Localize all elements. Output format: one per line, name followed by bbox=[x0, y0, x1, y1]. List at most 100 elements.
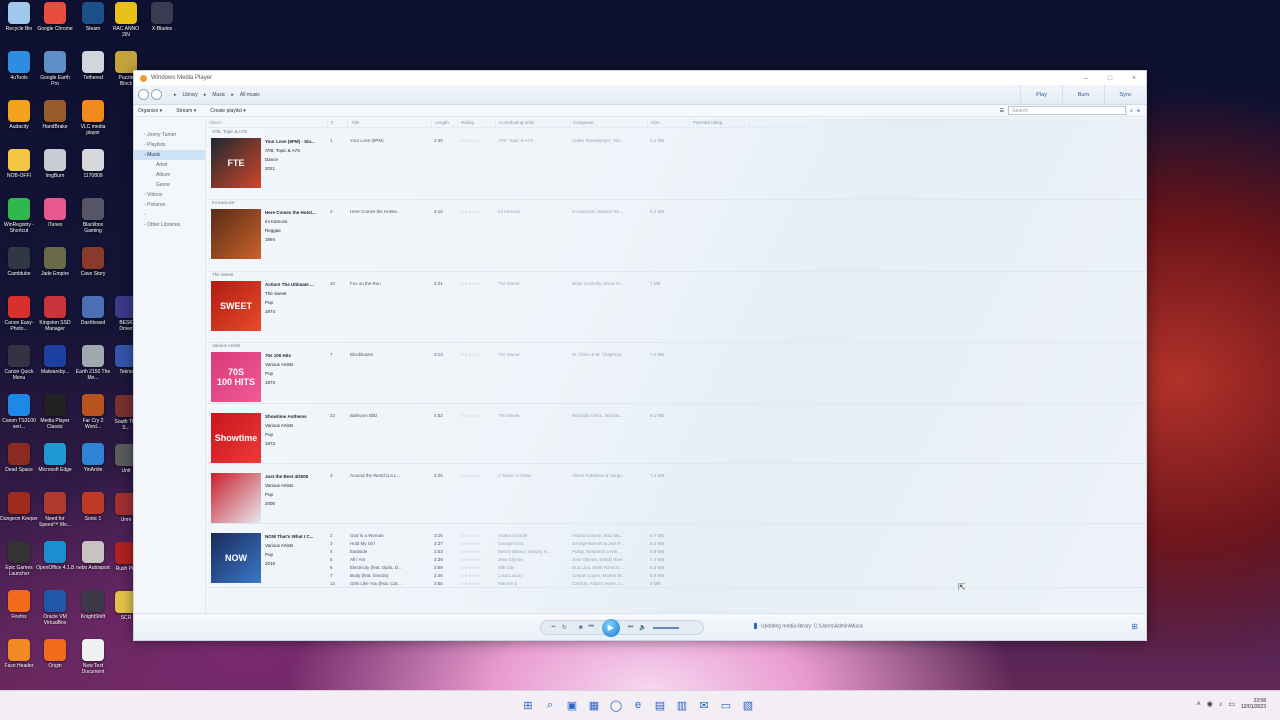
stream-menu[interactable]: Stream ▾ bbox=[176, 108, 196, 114]
desktop-icon[interactable]: Canon Easy-Photo... bbox=[0, 294, 38, 342]
nav-item[interactable]: ▫ Other Libraries bbox=[134, 220, 205, 230]
desktop-icon[interactable]: Epic Games Launcher bbox=[0, 539, 38, 587]
breadcrumb-library[interactable]: Library bbox=[183, 92, 198, 98]
desktop-icon[interactable]: iTunes bbox=[36, 196, 74, 244]
volume-icon[interactable]: 🔈 bbox=[639, 624, 646, 631]
desktop-icon[interactable]: Face Header bbox=[0, 637, 38, 685]
track-row[interactable]: 2 Here Comes the Hotste... 4:10 ☆☆☆☆☆ Ini Ka… bbox=[206, 209, 1146, 219]
desktop-icon[interactable]: Oracle VM VirtualBox bbox=[36, 588, 74, 636]
rating-stars[interactable]: ☆☆☆☆☆ bbox=[460, 352, 480, 358]
column-header[interactable]: Title bbox=[348, 118, 432, 127]
track-row[interactable]: 22 Ballroom Blitz 4:02 ☆☆☆☆☆ The Sweet Nichol… bbox=[206, 413, 1146, 423]
breadcrumb-all-music[interactable]: All music bbox=[240, 92, 260, 98]
track-row[interactable]: 1 Your Love (9PM) 2:30 ☆☆☆☆☆ ATB, Topic & A7… bbox=[206, 138, 1146, 148]
nav-item[interactable]: Artist bbox=[134, 160, 205, 170]
desktop-icon[interactable]: YinAride bbox=[74, 441, 112, 489]
volume-tray-icon[interactable]: ♪ bbox=[1219, 701, 1223, 708]
nav-item[interactable]: ▫ Pictures bbox=[134, 200, 205, 210]
search-icon[interactable]: ⌕ bbox=[1130, 108, 1133, 114]
desktop-icon[interactable]: nebo Autosport bbox=[74, 539, 112, 587]
previous-icon[interactable]: ⏮ bbox=[588, 624, 593, 631]
desktop-icon[interactable]: 1170809 bbox=[74, 147, 112, 195]
track-row[interactable]: 12 Girls Like You (feat. Car... 3:55 ☆☆☆☆☆ M… bbox=[206, 581, 1146, 591]
nav-item[interactable]: ▫ Music bbox=[134, 150, 205, 160]
file-explorer-icon[interactable]: ▤ bbox=[652, 697, 668, 713]
column-header[interactable]: Size bbox=[648, 118, 690, 127]
desktop-icon[interactable]: VLC media player bbox=[74, 98, 112, 146]
desktop-icon[interactable]: WinRegistry - Shortcut bbox=[0, 196, 38, 244]
column-header[interactable]: Contributing artist bbox=[496, 118, 570, 127]
rating-stars[interactable]: ☆☆☆☆☆ bbox=[460, 573, 480, 579]
chat-icon[interactable]: ◯ bbox=[608, 697, 624, 713]
rating-stars[interactable]: ☆☆☆☆☆ bbox=[460, 281, 480, 287]
desktop-icon[interactable]: Origin bbox=[36, 637, 74, 685]
desktop-icon[interactable]: RAC ANNO 2IN bbox=[112, 0, 140, 48]
desktop-icon[interactable]: NOB-OFFI bbox=[0, 147, 38, 195]
column-header[interactable]: Album bbox=[206, 118, 328, 127]
tab-play[interactable]: Play bbox=[1020, 85, 1062, 104]
media-player-window[interactable]: Windows Media Player – □ × ▸ Library ▸ M… bbox=[133, 70, 1147, 641]
task-view-icon[interactable]: ▣ bbox=[564, 697, 580, 713]
desktop-icon[interactable]: Cave Story bbox=[74, 245, 112, 293]
album-group[interactable]: The Sweet SWEET Action! The Ultimate ... Th… bbox=[206, 272, 1146, 343]
view-options-icon[interactable]: ☰ bbox=[1000, 108, 1004, 114]
album-group[interactable]: ATB, Topic & A7S FTE Your Love (9PM) - Sin… bbox=[206, 129, 1146, 200]
desktop-icon[interactable]: New Text Document bbox=[74, 637, 112, 685]
media-player-taskbar-icon[interactable]: ▭ bbox=[718, 697, 734, 713]
rating-stars[interactable]: ☆☆☆☆☆ bbox=[460, 549, 480, 555]
desktop-icon[interactable]: Google Earth Pro bbox=[36, 49, 74, 97]
desktop-icon[interactable]: HandBrake bbox=[36, 98, 74, 146]
play-button[interactable]: ▶ bbox=[601, 618, 620, 637]
rating-stars[interactable]: ☆☆☆☆☆ bbox=[460, 581, 480, 587]
track-row[interactable]: 10 Fox on the Run 3:21 ☆☆☆☆☆ The Sweet Brian … bbox=[206, 281, 1146, 291]
column-header[interactable]: Composer bbox=[570, 118, 648, 127]
rating-stars[interactable]: ☆☆☆☆☆ bbox=[460, 533, 480, 539]
desktop-icon[interactable]: X-Blades bbox=[148, 0, 176, 48]
repeat-icon[interactable]: ↻ bbox=[562, 624, 567, 631]
close-icon[interactable]: × bbox=[1122, 75, 1146, 82]
desktop-icon[interactable]: Recycle Bin bbox=[0, 0, 38, 48]
desktop-icon[interactable]: Firefox bbox=[0, 588, 38, 636]
desktop-icon[interactable]: ImgBurn bbox=[36, 147, 74, 195]
album-group[interactable]: Showtime Showtime Anthems Various Artists P… bbox=[206, 404, 1146, 464]
desktop-icon[interactable]: Malwareby... bbox=[36, 343, 74, 391]
battery-icon[interactable]: ▭ bbox=[1228, 700, 1235, 708]
start-icon[interactable]: ⊞ bbox=[520, 697, 536, 713]
search-input[interactable]: Search bbox=[1008, 106, 1127, 115]
desktop-icon[interactable]: Dead Space bbox=[0, 441, 38, 489]
network-icon[interactable]: ◉ bbox=[1207, 700, 1213, 708]
rating-stars[interactable]: ☆☆☆☆☆ bbox=[460, 209, 480, 215]
desktop-icon[interactable]: Need for Speed™ Mo... bbox=[36, 490, 74, 538]
album-group[interactable]: Ini Kamoze Here Comes the Hotst... Ini Kam… bbox=[206, 200, 1146, 272]
desktop-icon[interactable]: KnightShift bbox=[74, 588, 112, 636]
rating-stars[interactable]: ☆☆☆☆☆ bbox=[460, 565, 480, 571]
create-playlist-menu[interactable]: Create playlist ▾ bbox=[210, 108, 246, 114]
volume-slider[interactable] bbox=[652, 626, 679, 629]
desktop-icon[interactable]: Canon TS3100 seri... bbox=[0, 392, 38, 440]
search-icon[interactable]: ⌕ bbox=[542, 697, 558, 713]
shuffle-icon[interactable]: ⥇ bbox=[551, 624, 556, 631]
switch-to-now-playing-icon[interactable]: ⊞ bbox=[1131, 622, 1138, 631]
nav-item[interactable]: ▫ Videos bbox=[134, 190, 205, 200]
store-icon[interactable]: ▥ bbox=[674, 697, 690, 713]
desktop-icon[interactable]: Google Chrome bbox=[36, 0, 74, 48]
help-icon[interactable]: ● bbox=[1137, 108, 1140, 114]
desktop-icon[interactable]: Canon Quick Menu bbox=[0, 343, 38, 391]
desktop-icon[interactable]: Kingston SSD Manager bbox=[36, 294, 74, 342]
back-button[interactable] bbox=[138, 89, 149, 100]
edge-icon[interactable]: e bbox=[630, 697, 646, 713]
stop-icon[interactable]: ■ bbox=[579, 625, 583, 631]
app-icon[interactable]: ▧ bbox=[740, 697, 756, 713]
rating-stars[interactable]: ☆☆☆☆☆ bbox=[460, 473, 480, 479]
title-bar[interactable]: Windows Media Player – □ × bbox=[134, 71, 1146, 85]
track-row[interactable]: 7 Blockbuster 3:13 ☆☆☆☆☆ The Sweet M. Chinn &… bbox=[206, 352, 1146, 362]
organize-menu[interactable]: Organize ▾ bbox=[138, 108, 162, 114]
nav-item[interactable]: Album bbox=[134, 170, 205, 180]
desktop-icon[interactable]: Earth 2150 The Mo... bbox=[74, 343, 112, 391]
desktop-icon[interactable]: Tethered bbox=[74, 49, 112, 97]
breadcrumb-music[interactable]: Music bbox=[212, 92, 225, 98]
next-icon[interactable]: ⏭ bbox=[628, 624, 633, 631]
desktop-icon[interactable]: 4uTools bbox=[0, 49, 38, 97]
rating-stars[interactable]: ☆☆☆☆☆ bbox=[460, 138, 480, 144]
desktop-icon[interactable]: Dashboard bbox=[74, 294, 112, 342]
